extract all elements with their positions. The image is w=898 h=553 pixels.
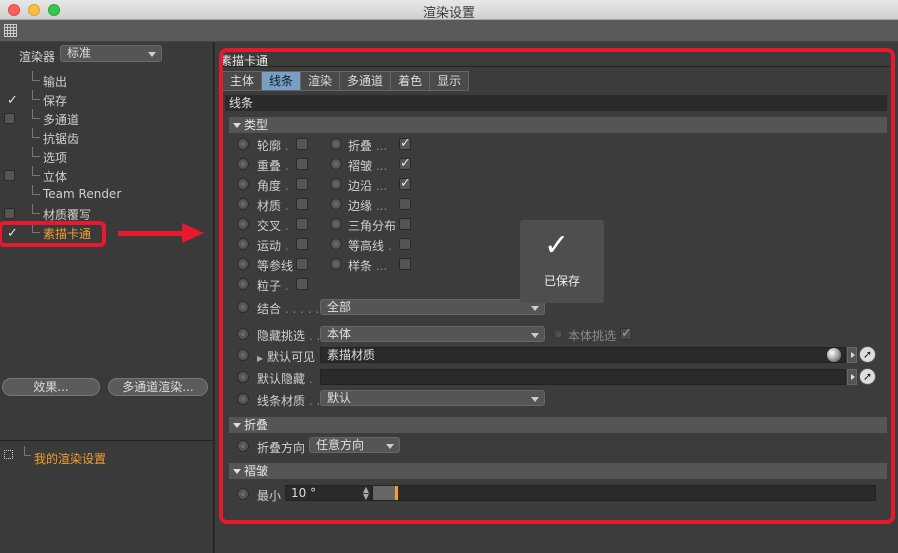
- tree-connector: [32, 166, 40, 176]
- sidebar-item[interactable]: 输出: [0, 71, 214, 90]
- tree-connector: [32, 90, 40, 100]
- sidebar-item[interactable]: 选项: [0, 147, 214, 166]
- tree-connector: [32, 128, 40, 138]
- sidebar-item-label: 立体: [43, 170, 68, 184]
- checkmark-icon: ✓: [544, 228, 570, 263]
- sidebar-item-checkbox[interactable]: [4, 208, 15, 219]
- arrow-annotation: [118, 231, 184, 236]
- sidebar-item-label: 抗锯齿: [43, 132, 80, 146]
- sidebar-item-label: 选项: [43, 151, 68, 165]
- sidebar-item[interactable]: ✓ 保存: [0, 90, 214, 109]
- sidebar-item[interactable]: 立体: [0, 166, 214, 185]
- renderer-label: 渲染器: [19, 50, 56, 64]
- highlight-box: [0, 221, 106, 247]
- tree-connector: [32, 204, 40, 214]
- checkmark-icon: ✓: [7, 93, 18, 108]
- tree-connector: [32, 109, 40, 119]
- divider: [0, 440, 214, 441]
- window-title: 渲染设置: [422, 6, 475, 21]
- window-titlebar: 渲染设置: [0, 0, 898, 21]
- sidebar-item-label: 多通道: [43, 113, 80, 127]
- chevron-down-icon: [148, 52, 156, 57]
- sidebar-item-label: 输出: [43, 75, 68, 89]
- tree-connector: [32, 71, 40, 81]
- sidebar-item-label: 保存: [43, 94, 68, 108]
- grid-icon[interactable]: [4, 24, 17, 37]
- sidebar-item[interactable]: 抗锯齿: [0, 128, 214, 147]
- tree-connector: [32, 147, 40, 157]
- effects-button[interactable]: 效果...: [2, 378, 100, 396]
- renderer-dropdown[interactable]: 标准: [60, 45, 162, 62]
- sidebar-item-label: Team Render: [43, 187, 122, 201]
- preset-item[interactable]: 我的渲染设置: [34, 450, 106, 467]
- saved-toast: ✓ 已保存: [520, 220, 604, 303]
- tree-connector: [24, 446, 31, 456]
- sidebar-item[interactable]: Team Render: [0, 185, 214, 204]
- toast-text: 已保存: [543, 274, 580, 288]
- sidebar-item-checkbox[interactable]: ✓: [4, 93, 18, 108]
- multipass-render-button[interactable]: 多通道渲染...: [108, 378, 208, 396]
- arrow-head-icon: [182, 223, 204, 243]
- tree-connector: [32, 185, 40, 195]
- sidebar-item-checkbox[interactable]: [4, 113, 15, 124]
- renderer-value: 标准: [67, 46, 92, 60]
- preset-icon: [4, 450, 13, 459]
- sidebar: 渲染器 标准 输出 ✓ 保存 多通道 抗锯齿 选项 立体 Team Render 材质覆写 ✓ 素描…: [0, 42, 214, 553]
- sidebar-item[interactable]: 多通道: [0, 109, 214, 128]
- toolbar: [0, 20, 898, 42]
- sidebar-item-checkbox[interactable]: [4, 170, 15, 181]
